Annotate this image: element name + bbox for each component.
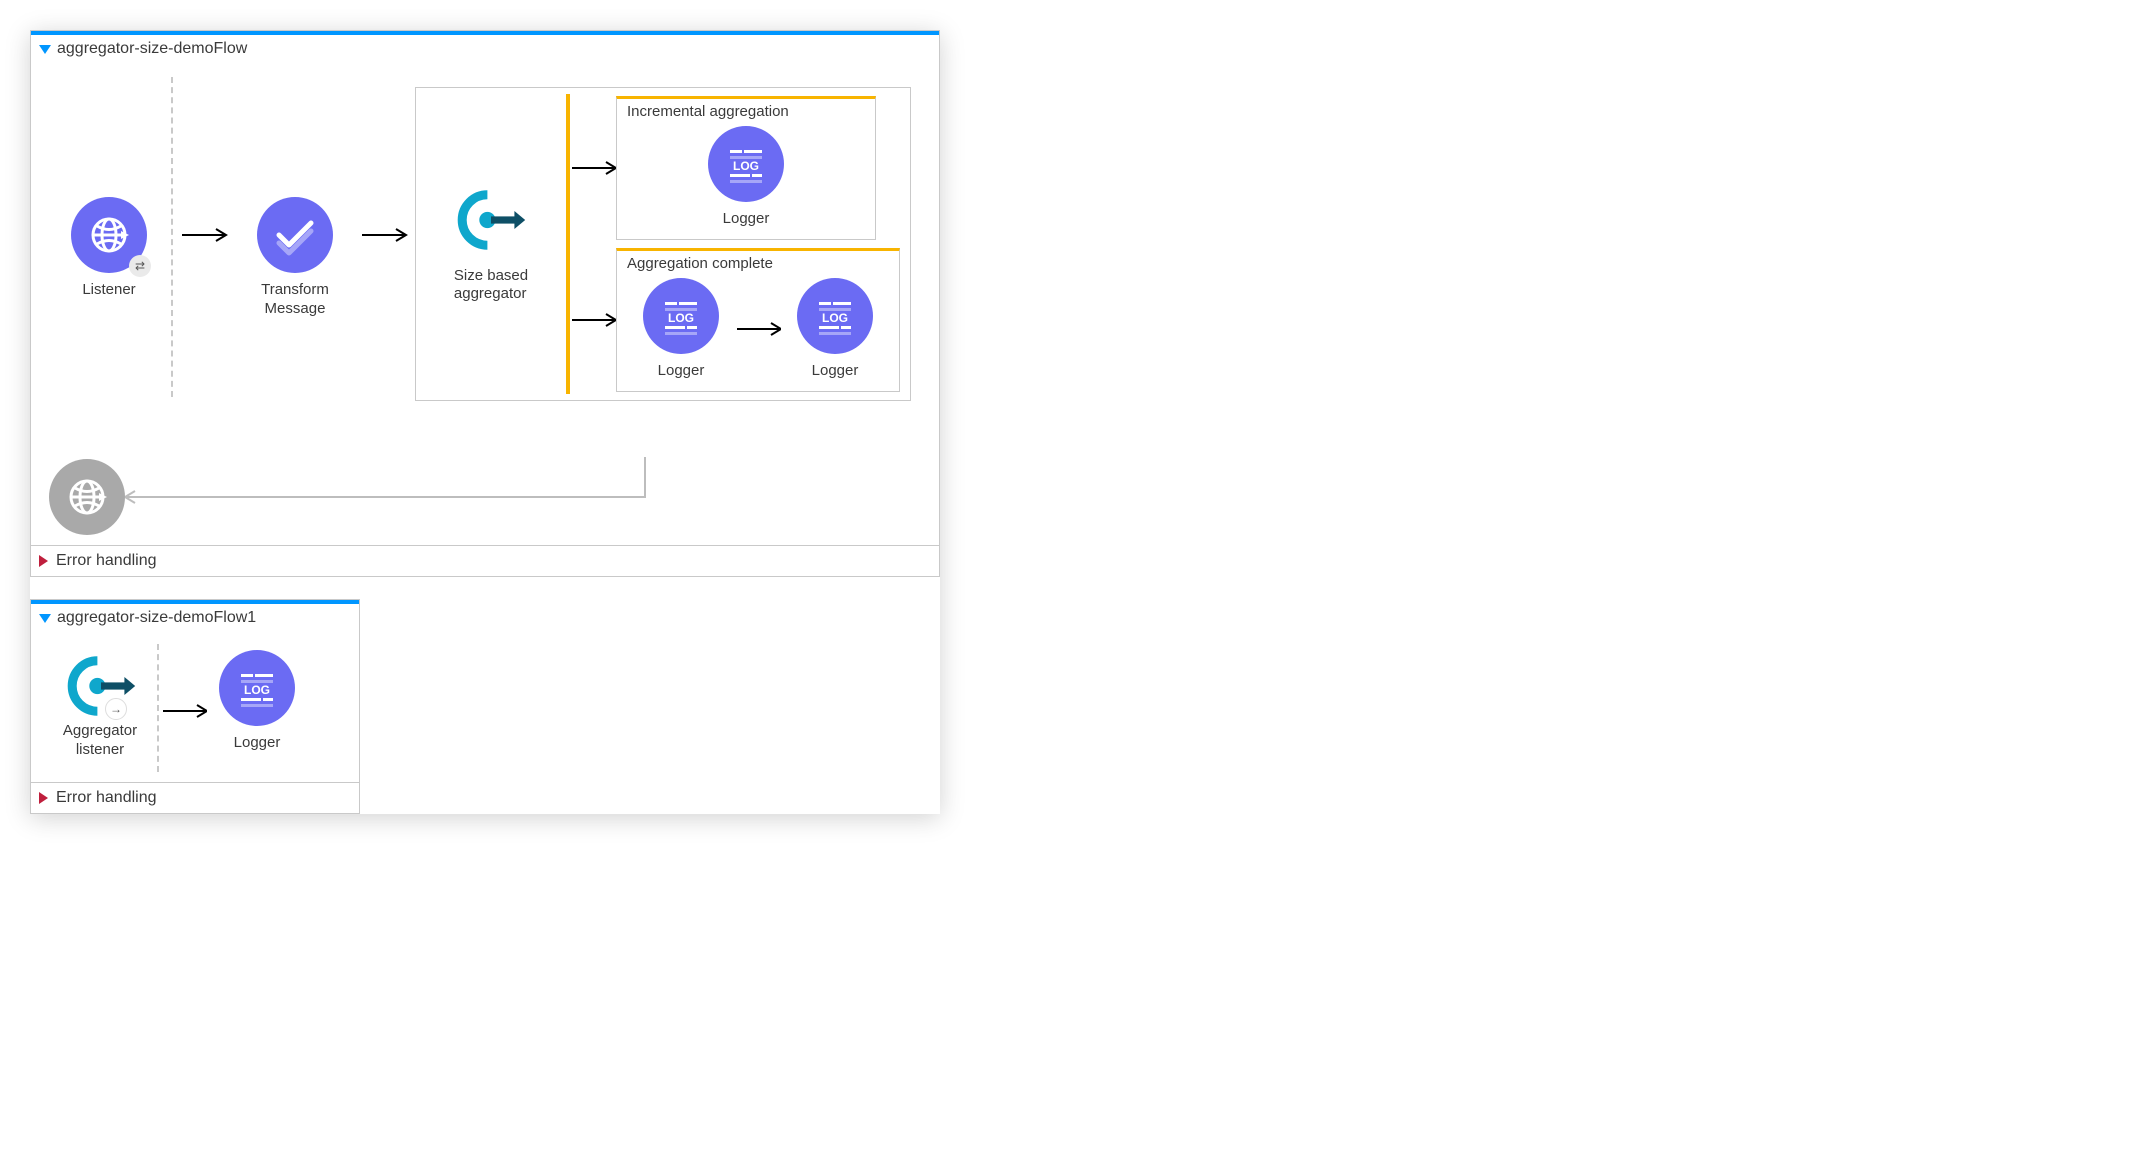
logger-node[interactable]: Logger: [781, 278, 889, 381]
incremental-aggregation-route[interactable]: Incremental aggregation Logger: [616, 96, 876, 240]
source-divider: [157, 644, 159, 772]
listener-label: Listener: [82, 281, 135, 300]
aggregator-icon: [455, 184, 527, 259]
flow-card-2[interactable]: aggregator-size-demoFlow1 → Aggregator l…: [30, 599, 360, 814]
flow-title: aggregator-size-demoFlow: [57, 40, 247, 58]
size-based-aggregator-scope[interactable]: Size based aggregator Incremental aggreg…: [415, 87, 911, 401]
globe-icon: [49, 459, 125, 535]
log-icon: [643, 278, 719, 354]
error-handling-section[interactable]: Error handling: [31, 782, 359, 813]
collapse-icon: [39, 45, 51, 54]
logger-label: Logger: [658, 362, 705, 381]
route-title: Aggregation complete: [627, 255, 889, 278]
aggregator-listener-node[interactable]: → Aggregator listener: [45, 650, 155, 760]
exchange-badge-icon: ⇄: [129, 255, 151, 277]
arrow-icon: [570, 130, 616, 206]
log-icon: [797, 278, 873, 354]
collapse-icon: [39, 614, 51, 623]
return-connector: [125, 457, 655, 537]
listener-node[interactable]: ⇄ Listener: [49, 197, 169, 300]
logger-node[interactable]: Logger: [692, 126, 800, 229]
flow-card-1[interactable]: aggregator-size-demoFlow ⇄ Listener: [30, 30, 940, 577]
flow-canvas: aggregator-size-demoFlow ⇄ Listener: [30, 30, 940, 814]
flow-header-1[interactable]: aggregator-size-demoFlow: [31, 31, 939, 65]
error-handling-label: Error handling: [56, 789, 157, 807]
logger-label: Logger: [234, 734, 281, 753]
aggregator-listener-label: Aggregator listener: [63, 722, 137, 760]
flow-body-2: → Aggregator listener Logger: [31, 634, 359, 782]
arrow-icon: [570, 282, 616, 358]
logger-label: Logger: [812, 362, 859, 381]
expand-icon: [39, 792, 48, 804]
arrow-icon: [355, 197, 415, 273]
exchange-badge-icon: →: [105, 698, 127, 720]
transform-node[interactable]: Transform Message: [235, 197, 355, 319]
logger-label: Logger: [723, 210, 770, 229]
aggregation-complete-route[interactable]: Aggregation complete Logger: [616, 248, 900, 392]
route-title: Incremental aggregation: [627, 103, 865, 126]
logger-node[interactable]: Logger: [207, 650, 307, 753]
log-icon: [708, 126, 784, 202]
transform-label: Transform Message: [261, 281, 329, 319]
log-icon: [219, 650, 295, 726]
aggregator-label: Size based aggregator: [454, 267, 528, 305]
source-divider: [171, 77, 173, 397]
arrow-icon: [735, 291, 781, 367]
flow-body-1: ⇄ Listener Transform Message: [31, 65, 939, 423]
error-handling-label: Error handling: [56, 552, 157, 570]
logger-node[interactable]: Logger: [627, 278, 735, 381]
flow-title: aggregator-size-demoFlow1: [57, 609, 256, 627]
transform-icon: [257, 197, 333, 273]
arrow-icon: [161, 673, 207, 749]
error-handling-section[interactable]: Error handling: [31, 545, 939, 576]
expand-icon: [39, 555, 48, 567]
flow-header-2[interactable]: aggregator-size-demoFlow1: [31, 600, 359, 634]
arrow-icon: [175, 197, 235, 273]
response-path: [49, 457, 655, 537]
